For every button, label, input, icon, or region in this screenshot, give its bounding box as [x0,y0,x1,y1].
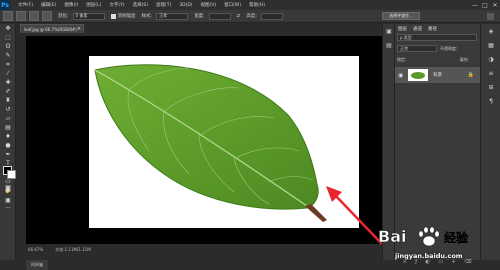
menu-layer[interactable]: 图层(L) [86,2,101,8]
crop-tool-icon[interactable]: ⌗ [0,60,16,69]
eyedropper-icon[interactable]: ⁄ [0,69,16,78]
minimize-button[interactable]: — [470,0,480,10]
background-color-swatch[interactable] [7,170,16,179]
quick-select-icon[interactable]: ✎ [0,51,16,60]
document-info: 文档:1.11M/1.11M [55,246,91,252]
lock-icon: 🔒 [467,72,474,78]
photoshop-logo: Ps [0,0,10,10]
gradient-tool-icon[interactable]: ▤ [0,123,16,132]
maximize-button[interactable]: □ [480,0,490,10]
swatches-panel-icon[interactable]: ▦ [481,38,500,52]
close-button[interactable]: ✕ [490,0,500,10]
dodge-tool-icon[interactable]: ● [0,141,16,150]
more-tools-icon[interactable]: ··· [0,204,16,213]
brush-tool-icon[interactable]: ✐ [0,87,16,96]
fill-label: 填充: [459,56,469,62]
layer-row-background[interactable]: ◉ 背景 🔒 [395,67,480,83]
menu-view[interactable]: 视图(V) [201,2,217,8]
baidu-watermark: Bai 经验 [370,220,498,268]
marquee-tool-icon[interactable]: ⬚ [0,33,16,42]
screen-mode-icon[interactable]: ▣ [0,196,16,205]
style-select[interactable]: 正常 [156,12,189,20]
zoom-level[interactable]: 66.67% [28,247,43,252]
style-label: 样式: [141,14,153,19]
menu-3d[interactable]: 3D(D) [179,3,192,8]
new-selection-icon[interactable] [16,11,26,21]
visibility-eye-icon[interactable]: ◉ [398,72,405,79]
swap-icon[interactable]: ⇄ [237,14,241,19]
tools-panel: ✥ ⬚ ʘ ✎ ⌗ ⁄ ✚ ✐ ♜ ↺ ▱ ▤ ♦ ● ✒ T ➤ ▭ ✋ ⌕ … [0,24,16,260]
options-bar: 羽化: 0 像素 消除锯齿 样式: 正常 宽度: ⇄ 高度: 选择并遮住... [0,10,500,23]
tab-layers[interactable]: 图层 [398,26,407,32]
subtract-selection-icon[interactable] [42,11,52,21]
document-title: leaf.jpg @ 66.7%(RGB/8#) [24,26,77,32]
lock-row: 锁定: 填充: [397,56,477,63]
move-tool-icon[interactable]: ✥ [0,24,16,33]
menu-image[interactable]: 图像(I) [64,2,78,8]
baidu-brand-text: Bai [378,227,406,246]
leaf-thumbnail-icon [411,71,425,79]
width-input[interactable] [208,12,231,20]
menu-bar: Ps 文件(F) 编辑(E) 图像(I) 图层(L) 文字(Y) 选择(S) 滤… [0,0,500,10]
antialias-checkbox[interactable] [110,13,116,19]
paragraph-panel-icon[interactable]: ¶ [481,94,500,108]
opacity-control[interactable]: 不透明度: [440,45,477,52]
workspace-icon[interactable] [487,13,494,20]
opacity-label: 不透明度: [440,45,458,51]
baidu-logo: Bai 经验 [378,226,469,247]
menu-type[interactable]: 文字(Y) [109,2,124,8]
clone-stamp-icon[interactable]: ♜ [0,96,16,105]
layer-filter-select[interactable]: ρ 类型 [397,34,477,41]
marquee-tool-icon[interactable] [3,11,13,21]
panel-tabs: 图层 通道 路径 [395,24,480,34]
tab-paths[interactable]: 路径 [428,26,437,32]
timeline-tab[interactable]: 时间轴 [26,260,48,270]
close-tab-icon[interactable]: × [77,26,81,32]
feather-input[interactable]: 0 像素 [72,12,105,20]
height-label: 高度: [246,14,257,19]
history-brush-icon[interactable]: ↺ [0,105,16,114]
watermark-url: jingyan.baidu.com [395,252,463,260]
healing-brush-icon[interactable]: ✚ [0,78,16,87]
document-tab[interactable]: leaf.jpg @ 66.7%(RGB/8#) × [20,24,84,33]
menu-filter[interactable]: 滤镜(T) [156,2,171,8]
menu-window[interactable]: 窗口(W) [224,2,241,8]
tab-channels[interactable]: 通道 [413,26,422,32]
lock-label: 锁定: [397,56,407,62]
layer-name: 背景 [433,73,442,78]
layer-thumbnail [408,69,428,81]
window-controls: — □ ✕ [470,0,500,10]
pen-tool-icon[interactable]: ✒ [0,150,16,159]
blend-mode-select[interactable]: 正常 [397,45,437,52]
height-input[interactable] [260,12,283,20]
blur-tool-icon[interactable]: ♦ [0,132,16,141]
paw-icon [418,226,440,247]
antialias-label: 消除锯齿 [117,14,136,19]
libraries-panel-icon[interactable]: ⊞ [481,80,500,94]
menu-select[interactable]: 选择(S) [133,2,148,8]
width-label: 宽度: [194,14,205,19]
menu-help[interactable]: 帮助(H) [249,2,265,8]
lasso-tool-icon[interactable]: ʘ [0,42,16,51]
menu-file[interactable]: 文件(F) [18,2,33,8]
add-selection-icon[interactable] [29,11,39,21]
feather-label: 羽化: [58,14,69,19]
status-bar: 66.67% 文档:1.11M/1.11M [16,246,386,253]
menu-edit[interactable]: 编辑(E) [41,2,56,8]
styles-panel-icon[interactable]: ≡ [481,66,500,80]
quick-mask-icon[interactable]: ◙ [0,184,16,193]
baidu-jingyan-text: 经验 [444,230,469,245]
eraser-icon[interactable]: ▱ [0,114,16,123]
adjustments-panel-icon[interactable]: ◑ [481,52,500,66]
select-and-mask-button[interactable]: 选择并遮住... [382,12,420,20]
color-panel-icon[interactable]: ◈ [481,24,500,38]
